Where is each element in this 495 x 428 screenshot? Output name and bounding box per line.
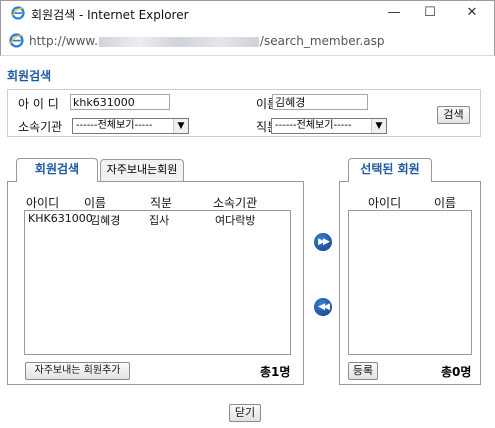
address-bar[interactable]: http://www. /search_member.asp: [0, 26, 495, 56]
chevron-down-icon: ▼: [371, 119, 386, 133]
org-select[interactable]: ------전체보기----- ▼: [72, 118, 189, 134]
internet-explorer-icon: [11, 6, 25, 23]
search-criteria-box: 아 이 디 이름 소속기관 ------전체보기----- ▼ 직분 -----…: [7, 89, 481, 137]
url-redacted: [98, 36, 259, 47]
window-title: 회원검색 - Internet Explorer: [31, 8, 189, 22]
column-header-name: 이름: [434, 196, 457, 210]
member-search-panel: 아이디 이름 직분 소속기관 KHK631000 김혜경 집사 여다락방 자주보…: [7, 181, 304, 385]
left-total-count: 총1명: [260, 365, 291, 379]
member-result-list[interactable]: KHK631000 김혜경 집사 여다락방: [24, 210, 291, 355]
row-name: 김혜경: [90, 214, 121, 227]
column-header-position: 직분: [150, 196, 173, 210]
remove-from-selected-button[interactable]: ◀◀: [314, 298, 332, 316]
list-item[interactable]: KHK631000 김혜경 집사 여다락방: [25, 211, 290, 227]
url-prefix: http://www.: [29, 34, 98, 48]
maximize-button[interactable]: ☐: [420, 4, 440, 22]
minimize-button[interactable]: —: [384, 4, 404, 22]
close-window-button[interactable]: ✕: [462, 4, 482, 22]
tab-member-search[interactable]: 회원검색: [16, 158, 98, 182]
column-header-org: 소속기관: [213, 196, 258, 210]
url-text: http://www. /search_member.asp: [29, 34, 384, 48]
org-select-value: ------전체보기-----: [76, 120, 153, 131]
org-label: 소속기관: [18, 120, 63, 134]
chevron-down-icon: ▼: [173, 119, 188, 133]
position-select[interactable]: ------전체보기----- ▼: [271, 118, 387, 134]
column-header-name: 이름: [84, 196, 107, 210]
page-icon: [9, 33, 24, 51]
row-org: 여다락방: [215, 214, 256, 227]
url-suffix: /search_member.asp: [259, 34, 385, 48]
right-total-count: 총0명: [441, 365, 472, 379]
column-header-id: 아이디: [368, 196, 402, 210]
register-button[interactable]: 등록: [348, 362, 378, 380]
id-label: 아 이 디: [18, 97, 59, 111]
page-title: 회원검색: [7, 69, 52, 83]
position-select-value: ------전체보기-----: [275, 120, 352, 131]
add-to-selected-button[interactable]: ▶▶: [314, 233, 332, 251]
id-input[interactable]: [70, 94, 170, 110]
selected-member-list[interactable]: [348, 210, 472, 355]
tab-selected-members[interactable]: 선택된 회원: [348, 158, 432, 182]
row-id: KHK631000: [28, 212, 93, 225]
column-header-id: 아이디: [26, 196, 60, 210]
search-button[interactable]: 검색: [437, 106, 470, 124]
selected-members-panel: 아이디 이름 등록 총0명: [339, 181, 481, 385]
title-bar: 회원검색 - Internet Explorer — ☐ ✕: [0, 0, 495, 26]
name-input[interactable]: [272, 94, 368, 110]
add-frequent-member-button[interactable]: 자주보내는 회원추가: [25, 362, 130, 380]
tab-frequent-members[interactable]: 자주보내는회원: [100, 159, 184, 181]
row-position: 집사: [149, 214, 170, 227]
close-button[interactable]: 닫기: [229, 404, 261, 422]
